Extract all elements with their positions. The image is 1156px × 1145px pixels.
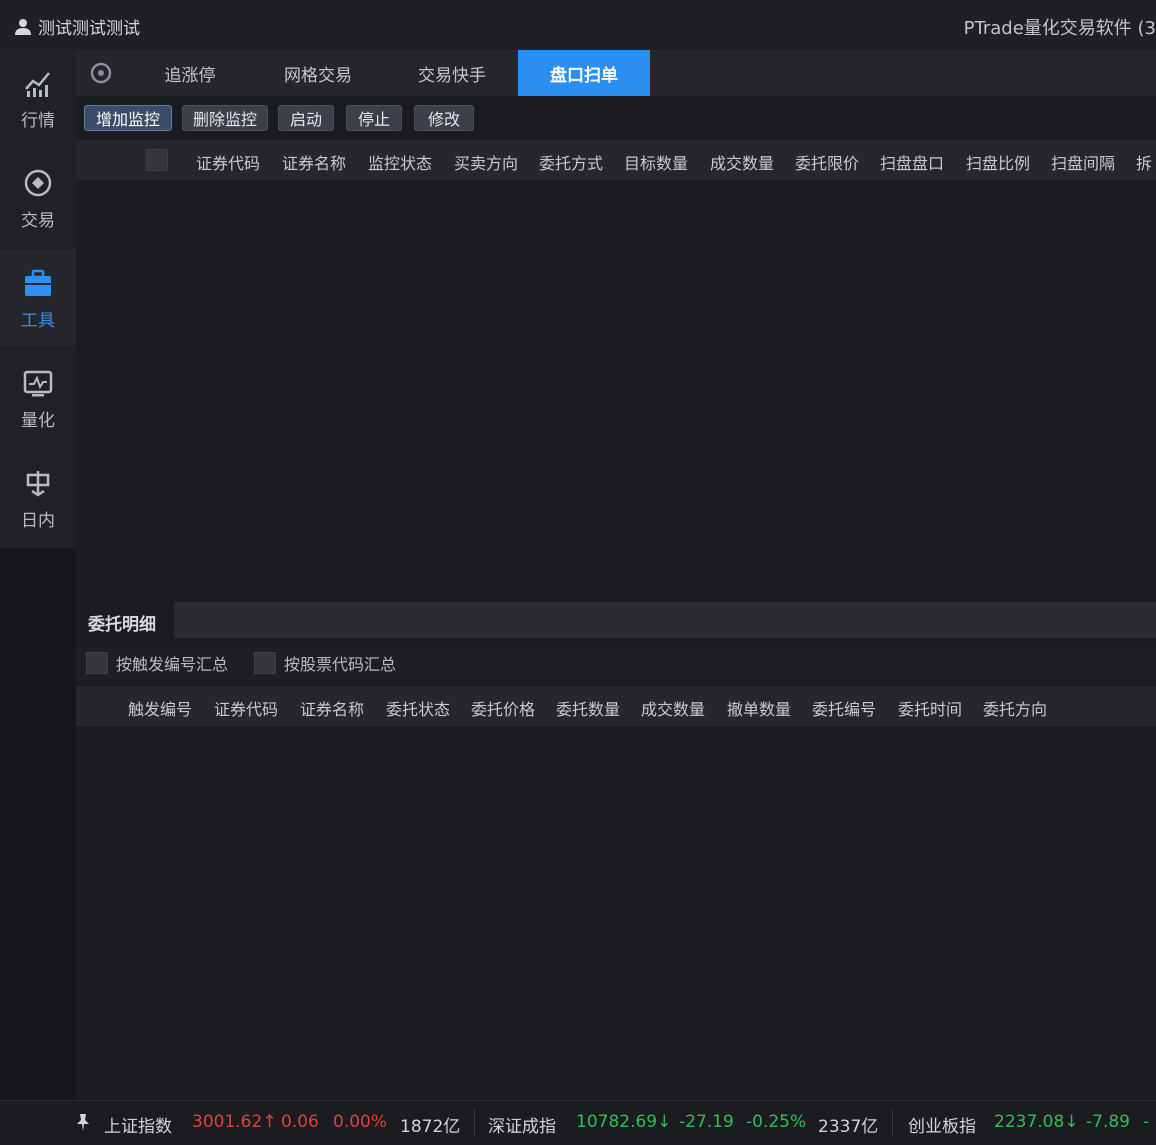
nav-label: 量化 [21, 410, 55, 431]
col-side[interactable]: 买卖方向 [454, 150, 518, 174]
index-change: -7.89 [1086, 1112, 1130, 1132]
nav-item-market[interactable]: 行情 [0, 50, 76, 146]
col-order-side[interactable]: 委托方向 [983, 696, 1047, 720]
user-info[interactable]: 测试测试测试 [14, 14, 140, 39]
index-change: -27.19 [679, 1112, 734, 1132]
entrust-table-header: 触发编号 证券代码 证券名称 委托状态 委托价格 委托数量 成交数量 撤单数量 … [76, 686, 1156, 726]
main-panel: 追涨停 网格交易 交易快手 盘口扫单 增加监控 删除监控 启动 停止 修改 证券… [76, 50, 1156, 1100]
col-order-qty[interactable]: 委托数量 [556, 696, 620, 720]
user-icon [15, 18, 31, 35]
index-price: 10782.69↓ [576, 1112, 672, 1132]
entrust-table-body [76, 726, 1156, 1100]
left-nav: 行情 交易 工具 量化 日内 [0, 50, 76, 1100]
nav-item-trade[interactable]: 交易 [0, 150, 76, 246]
col-sweep-level[interactable]: 扫盘盘口 [880, 150, 944, 174]
pin-icon[interactable] [72, 1111, 94, 1133]
col-security-name[interactable]: 证券名称 [282, 150, 346, 174]
tab-quick-trade[interactable]: 交易快手 [392, 50, 512, 96]
trade-icon [21, 166, 55, 200]
col-sweep-ratio[interactable]: 扫盘比例 [966, 150, 1030, 174]
col-monitor-status[interactable]: 监控状态 [368, 150, 432, 174]
filter-label: 按触发编号汇总 [116, 655, 229, 674]
nav-item-intraday[interactable]: 日内 [0, 450, 76, 546]
index-change: 0.06 [281, 1112, 319, 1132]
title-bar: 测试测试测试 PTrade量化交易软件 (3 [0, 0, 1156, 50]
tab-limit-up-chase[interactable]: 追涨停 [134, 50, 246, 96]
nav-item-tools[interactable]: 工具 [0, 250, 76, 346]
market-chart-icon [21, 66, 55, 100]
col-target-qty[interactable]: 目标数量 [624, 150, 688, 174]
col-order-no[interactable]: 委托编号 [812, 696, 876, 720]
col-order-time[interactable]: 委托时间 [898, 696, 962, 720]
col-limit-price[interactable]: 委托限价 [795, 150, 859, 174]
group-by-code-checkbox[interactable]: 按股票代码汇总 [254, 651, 396, 675]
nav-label: 日内 [21, 510, 55, 531]
tab-grid-trading[interactable]: 网格交易 [258, 50, 378, 96]
intraday-icon [21, 466, 55, 500]
index-name[interactable]: 深证成指 [488, 1112, 556, 1137]
col-order-type[interactable]: 委托方式 [539, 150, 603, 174]
user-name: 测试测试测试 [38, 19, 140, 39]
filter-label: 按股票代码汇总 [284, 655, 397, 674]
col-trigger-no[interactable]: 触发编号 [128, 696, 192, 720]
nav-label: 交易 [21, 210, 55, 231]
checkbox-box[interactable] [86, 652, 108, 674]
col-order-price[interactable]: 委托价格 [471, 696, 535, 720]
index-pct: - [1143, 1112, 1150, 1132]
index-volume: 2337亿 [818, 1117, 879, 1137]
nav-label: 工具 [21, 310, 55, 331]
tab-bar: 追涨停 网格交易 交易快手 盘口扫单 [76, 50, 1156, 96]
tab-order-sweep[interactable]: 盘口扫单 [518, 50, 650, 96]
checkbox-box[interactable] [254, 652, 276, 674]
status-bar: 上证指数 3001.62↑ 0.06 0.00% 1872亿 深证成指 1078… [0, 1100, 1156, 1145]
quant-icon [21, 366, 55, 400]
entrust-title-strip [174, 602, 1156, 638]
col-security-name[interactable]: 证券名称 [300, 696, 364, 720]
stop-button[interactable]: 停止 [346, 105, 402, 131]
index-price: 2237.08↓ [994, 1112, 1079, 1132]
add-monitor-button[interactable]: 增加监控 [84, 105, 172, 131]
col-security-code[interactable]: 证券代码 [196, 150, 260, 174]
select-all-checkbox[interactable] [146, 149, 168, 171]
index-name[interactable]: 创业板指 [908, 1112, 976, 1137]
entrust-filters: 按触发编号汇总 按股票代码汇总 [76, 646, 1156, 680]
modify-button[interactable]: 修改 [414, 105, 474, 131]
col-sweep-interval[interactable]: 扫盘间隔 [1051, 150, 1115, 174]
toolbar: 增加监控 删除监控 启动 停止 修改 [76, 96, 1156, 140]
entrust-section-header: 委托明细 [76, 602, 1156, 638]
index-volume: 1872亿 [400, 1117, 461, 1137]
index-pct: 0.00% [333, 1112, 388, 1132]
toolbox-icon [21, 266, 55, 300]
monitor-table-header: 证券代码 证券名称 监控状态 买卖方向 委托方式 目标数量 成交数量 委托限价 … [76, 140, 1156, 180]
monitor-table-body [76, 180, 1156, 598]
col-filled-qty[interactable]: 成交数量 [710, 150, 774, 174]
entrust-title: 委托明细 [88, 615, 156, 635]
col-cancel-qty[interactable]: 撤单数量 [727, 696, 791, 720]
start-button[interactable]: 启动 [278, 105, 334, 131]
group-by-trigger-checkbox[interactable]: 按触发编号汇总 [86, 651, 228, 675]
index-name[interactable]: 上证指数 [104, 1112, 172, 1137]
refresh-icon[interactable] [88, 60, 114, 86]
index-price: 3001.62↑ [192, 1112, 277, 1132]
app-title: PTrade量化交易软件 (3 [963, 18, 1156, 39]
col-split[interactable]: 拆 [1136, 150, 1152, 174]
col-filled-qty[interactable]: 成交数量 [641, 696, 705, 720]
nav-item-quant[interactable]: 量化 [0, 350, 76, 446]
delete-monitor-button[interactable]: 删除监控 [182, 105, 268, 131]
nav-label: 行情 [21, 110, 55, 131]
col-order-status[interactable]: 委托状态 [386, 696, 450, 720]
index-pct: -0.25% [746, 1112, 807, 1132]
col-security-code[interactable]: 证券代码 [214, 696, 278, 720]
